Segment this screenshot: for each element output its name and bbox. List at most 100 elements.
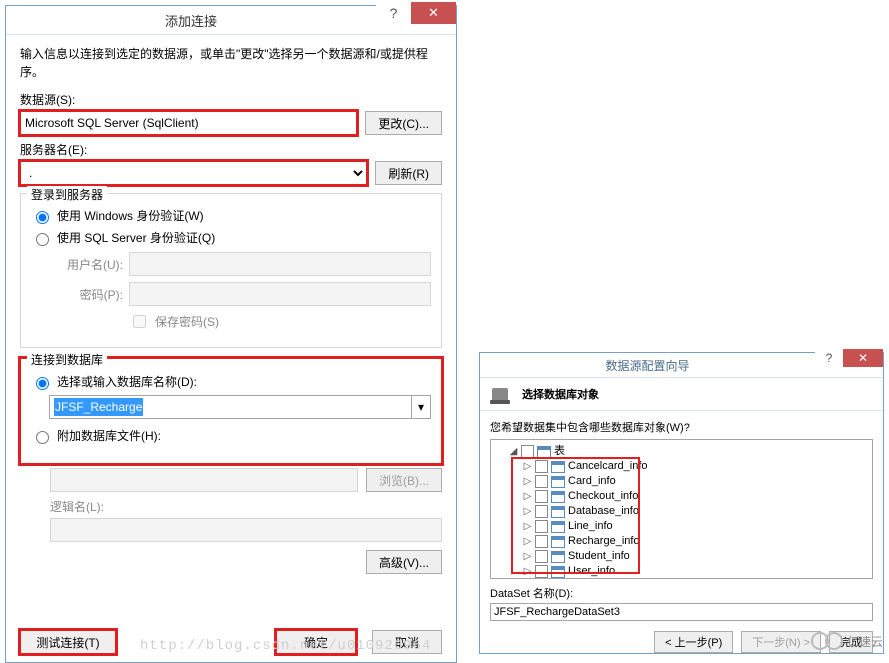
expand-icon[interactable]: ▷ (523, 519, 532, 534)
table-checkbox[interactable] (535, 565, 548, 578)
expand-icon[interactable]: ▷ (523, 489, 532, 504)
logo-text: 亿速云 (847, 633, 883, 650)
table-checkbox[interactable] (535, 505, 548, 518)
titlebar[interactable]: 添加连接 ? ✕ (6, 6, 456, 35)
logical-name-label: 逻辑名(L): (50, 498, 442, 515)
table-icon (551, 506, 565, 518)
table-icon (551, 461, 565, 473)
expand-icon[interactable]: ▷ (523, 564, 532, 579)
table-row[interactable]: ▷ Cancelcard_info (523, 459, 868, 474)
expand-icon[interactable]: ▷ (523, 459, 532, 474)
table-icon (551, 566, 565, 578)
db-name-select[interactable]: JFSF_Recharge ▾ (49, 395, 431, 419)
username-label: 用户名(U): (53, 256, 123, 273)
auth-sql-label: 使用 SQL Server 身份验证(Q) (57, 229, 215, 246)
table-checkbox[interactable] (535, 490, 548, 503)
watermark-logo: 亿速云 (811, 632, 883, 650)
refresh-button[interactable]: 刷新(R) (375, 161, 442, 185)
table-icon (551, 521, 565, 533)
dialog-title: 数据源配置向导 (480, 357, 815, 374)
table-icon (551, 476, 565, 488)
table-checkbox[interactable] (535, 475, 548, 488)
tree-table-name: Card_info (568, 474, 616, 489)
attach-file-input (50, 468, 358, 492)
expand-icon[interactable]: ▷ (523, 549, 532, 564)
table-icon (537, 446, 551, 458)
chevron-down-icon[interactable]: ▾ (411, 396, 430, 418)
dataset-name-label: DataSet 名称(D): (490, 585, 873, 601)
help-button[interactable]: ? (815, 349, 843, 367)
tree-table-name: Line_info (568, 519, 613, 534)
tables-checkbox[interactable] (521, 445, 534, 458)
attach-db-radio[interactable] (36, 431, 49, 444)
advanced-button[interactable]: 高级(V)... (366, 550, 442, 574)
connect-db-group-title: 连接到数据库 (27, 351, 107, 368)
table-checkbox[interactable] (535, 460, 548, 473)
table-row[interactable]: ▷ Card_info (523, 474, 868, 489)
tree-tables-label: 表 (554, 444, 565, 459)
connect-db-group: 连接到数据库 选择或输入数据库名称(D): JFSF_Recharge ▾ 附加… (20, 358, 442, 464)
auth-windows-radio[interactable] (36, 211, 49, 224)
auth-windows-label: 使用 Windows 身份验证(W) (57, 207, 204, 224)
help-button[interactable]: ? (376, 2, 411, 24)
table-row[interactable]: ▷ User_info (523, 564, 868, 579)
datasource-wizard-dialog: 数据源配置向导 ? ✕ 选择数据库对象 您希望数据集中包含哪些数据库对象(W)?… (479, 352, 884, 654)
password-label: 密码(P): (53, 286, 123, 303)
table-checkbox[interactable] (535, 535, 548, 548)
select-db-label: 选择或输入数据库名称(D): (57, 373, 197, 390)
tree-table-name: Database_info (568, 504, 639, 519)
select-db-radio[interactable] (36, 377, 49, 390)
save-password-label: 保存密码(S) (155, 313, 219, 330)
object-tree[interactable]: ◢ 表 ▷ Cancelcard_info ▷ Card_info ▷ Checkout_i… (490, 439, 873, 579)
login-group-title: 登录到服务器 (27, 186, 107, 203)
close-button[interactable]: ✕ (843, 349, 883, 367)
dataset-name-input[interactable] (490, 603, 873, 621)
save-password-checkbox (133, 315, 146, 328)
table-row[interactable]: ▷ Checkout_info (523, 489, 868, 504)
table-row[interactable]: ▷ Database_info (523, 504, 868, 519)
tree-table-name: Student_info (568, 549, 630, 564)
database-icon (490, 384, 514, 404)
tree-table-name: User_info (568, 564, 615, 579)
datasource-input (20, 111, 357, 135)
table-checkbox[interactable] (535, 550, 548, 563)
dialog-title: 添加连接 (6, 11, 376, 30)
tree-table-name: Recharge_info (568, 534, 640, 549)
username-input (129, 252, 431, 276)
test-connection-button[interactable]: 测试连接(T) (20, 630, 116, 654)
previous-button[interactable]: < 上一步(P) (654, 631, 733, 653)
table-icon (551, 551, 565, 563)
password-input (129, 282, 431, 306)
auth-sql-radio[interactable] (36, 233, 49, 246)
browse-button: 浏览(B)... (366, 468, 442, 492)
expand-icon[interactable]: ▷ (523, 474, 532, 489)
close-button[interactable]: ✕ (411, 2, 456, 24)
table-row[interactable]: ▷ Line_info (523, 519, 868, 534)
titlebar[interactable]: 数据源配置向导 ? ✕ (480, 353, 883, 378)
logo-icon (825, 632, 843, 650)
table-row[interactable]: ▷ Student_info (523, 549, 868, 564)
table-icon (551, 536, 565, 548)
logical-name-input (50, 518, 442, 542)
wizard-question: 您希望数据集中包含哪些数据库对象(W)? (490, 419, 873, 435)
attach-db-label: 附加数据库文件(H): (57, 427, 161, 444)
datasource-label: 数据源(S): (20, 91, 442, 108)
add-connection-dialog: 添加连接 ? ✕ 输入信息以连接到选定的数据源，或单击"更改"选择另一个数据源和… (5, 5, 457, 663)
db-name-value: JFSF_Recharge (54, 398, 143, 416)
url-watermark: http://blog.csdn.net/u010926964 (140, 638, 431, 654)
tree-table-name: Cancelcard_info (568, 459, 648, 474)
wizard-heading: 选择数据库对象 (522, 386, 599, 402)
dialog-description: 输入信息以连接到选定的数据源，或单击"更改"选择另一个数据源和/或提供程序。 (20, 45, 442, 81)
next-button: 下一步(N) > (741, 631, 821, 653)
expand-icon[interactable]: ▷ (523, 504, 532, 519)
servername-label: 服务器名(E): (20, 141, 442, 158)
tree-table-name: Checkout_info (568, 489, 638, 504)
login-group: 登录到服务器 使用 Windows 身份验证(W) 使用 SQL Server … (20, 193, 442, 348)
change-button[interactable]: 更改(C)... (365, 111, 442, 135)
table-checkbox[interactable] (535, 520, 548, 533)
expand-icon[interactable]: ◢ (509, 444, 518, 459)
servername-select[interactable]: . (20, 161, 367, 185)
table-row[interactable]: ▷ Recharge_info (523, 534, 868, 549)
table-icon (551, 491, 565, 503)
expand-icon[interactable]: ▷ (523, 534, 532, 549)
